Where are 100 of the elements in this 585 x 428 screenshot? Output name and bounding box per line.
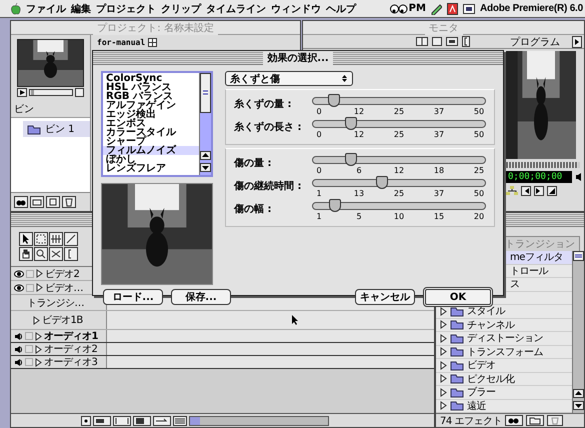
clip-name: for-manual [97, 38, 146, 47]
menu-item[interactable]: タイムライン [206, 2, 266, 16]
effect-folder[interactable]: トランスフォーム [467, 344, 543, 359]
bin-item[interactable]: ビン 1 [23, 121, 90, 137]
new-item-button[interactable] [46, 196, 60, 208]
track-name: ビデオ1B [42, 314, 83, 327]
effect-item[interactable]: ColorSync [103, 74, 199, 83]
link-tool[interactable] [49, 247, 63, 261]
slider-thumb[interactable] [328, 94, 340, 107]
effect-item[interactable]: HSL バランス [103, 83, 199, 92]
snap-button[interactable] [93, 416, 111, 426]
menu-item[interactable]: 編集 [71, 2, 91, 16]
menu-item[interactable]: プロジェクト [96, 2, 156, 16]
trim-view-button[interactable] [446, 37, 458, 46]
bracket-button[interactable] [462, 36, 470, 47]
effect-folder[interactable]: チャンネル [467, 318, 514, 332]
scroll-handle[interactable] [200, 73, 211, 113]
shift-tracks-button[interactable] [153, 416, 171, 426]
zoom-tool[interactable] [34, 247, 48, 261]
dropdown-button[interactable] [81, 416, 91, 426]
next-edit-button[interactable] [534, 186, 544, 196]
tick-label: 25 [472, 166, 486, 175]
effect-item[interactable]: レンズフレア [103, 164, 199, 173]
scroll-handle[interactable] [573, 251, 584, 261]
menu-item[interactable]: ヘルプ [326, 2, 356, 16]
scrub-bar[interactable] [29, 89, 73, 96]
application-name[interactable]: Adobe Premiere(R) 6.0 [480, 3, 583, 14]
find-button[interactable] [505, 415, 523, 426]
export-button[interactable] [547, 186, 557, 196]
effect-folder[interactable]: トロール [510, 264, 548, 278]
effect-folder[interactable]: ブラー [467, 385, 496, 400]
effect-item[interactable]: エッジ検出 [103, 110, 199, 119]
popup-arrows-icon [341, 74, 348, 83]
speaker-icon [14, 344, 23, 354]
tick-label: 0 [315, 130, 323, 139]
scroll-down-button[interactable] [200, 163, 211, 172]
effect-item[interactable]: アルファゲイン [103, 101, 199, 110]
effect-folder[interactable]: スタイル [467, 304, 505, 318]
tick-label: 37 [432, 130, 446, 139]
slider-thumb[interactable] [329, 199, 342, 212]
slider-track[interactable] [312, 156, 486, 164]
selection-tool[interactable] [19, 232, 33, 246]
edge-view-button[interactable] [113, 416, 131, 426]
hand-tool[interactable] [19, 247, 33, 261]
tick-label: 10 [392, 212, 406, 221]
menu-item[interactable]: ウィンドウ [271, 2, 321, 16]
razor-tool[interactable] [64, 232, 78, 246]
tick-label: 13 [352, 189, 366, 198]
effect-item[interactable]: エンボス [103, 119, 199, 128]
menu-item[interactable]: クリップ [161, 2, 201, 16]
scroll-up-button[interactable] [573, 389, 584, 398]
tick-label: 1 [315, 189, 323, 198]
in-point-tool[interactable] [64, 247, 78, 261]
new-bin-button[interactable] [30, 196, 44, 208]
effect-folder[interactable]: 遠近 [467, 398, 486, 413]
application-icon [446, 2, 458, 14]
speaker-icon [575, 172, 583, 182]
slider-label: 傷の幅 : [234, 202, 272, 216]
tick-label: 1 [315, 212, 323, 221]
scroll-up-button[interactable] [200, 151, 211, 160]
new-folder-button[interactable] [526, 415, 544, 426]
slider-track[interactable] [312, 120, 486, 128]
effect-folder[interactable]: ピクセル化 [467, 372, 514, 386]
menu-arrow-button[interactable] [572, 36, 582, 48]
eye-icon [14, 270, 24, 278]
slider-track[interactable] [312, 202, 486, 210]
track-height-button[interactable] [173, 416, 187, 426]
tick-label: 25 [392, 107, 406, 116]
trash-icon[interactable] [547, 415, 563, 426]
scroll-down-button[interactable] [573, 401, 584, 410]
find-button[interactable] [14, 196, 28, 208]
marquee-tool[interactable] [34, 232, 48, 246]
single-view-button[interactable] [432, 37, 442, 46]
poster-frame-button[interactable] [75, 88, 84, 97]
play-button[interactable] [17, 88, 27, 97]
slider-thumb[interactable] [376, 176, 388, 189]
slider-thumb[interactable] [344, 117, 357, 130]
effect-item[interactable]: ぼかし [103, 155, 199, 164]
slider-track[interactable] [312, 97, 486, 105]
scroll-bar[interactable] [189, 416, 329, 426]
eye-icon [14, 284, 24, 292]
trash-icon[interactable] [62, 196, 76, 208]
sync-button[interactable] [133, 416, 151, 426]
effect-item[interactable]: フィルムノイズ [103, 146, 199, 155]
tick-label: 50 [472, 189, 486, 198]
slider-thumb[interactable] [344, 153, 357, 166]
dual-view-button[interactable] [416, 37, 428, 46]
previous-edit-button[interactable] [521, 186, 531, 196]
dialog-button[interactable]: ロード... [103, 289, 163, 305]
effect-folder[interactable]: ディストーション [467, 331, 543, 346]
dialog-button[interactable]: OK [423, 287, 493, 307]
menu-item[interactable]: ファイル [26, 2, 66, 16]
effect-item[interactable]: RGB バランス [103, 92, 199, 101]
dialog-button[interactable]: キャンセル [355, 289, 415, 305]
effect-folder[interactable]: ビデオ [467, 358, 496, 372]
dialog-button[interactable]: 保存... [171, 289, 231, 305]
effect-item[interactable]: シャープ [103, 137, 199, 146]
slider-track[interactable] [312, 179, 486, 187]
filter-popup[interactable]: 糸くずと傷 [225, 71, 353, 86]
effect-folder[interactable]: ス [510, 277, 520, 292]
